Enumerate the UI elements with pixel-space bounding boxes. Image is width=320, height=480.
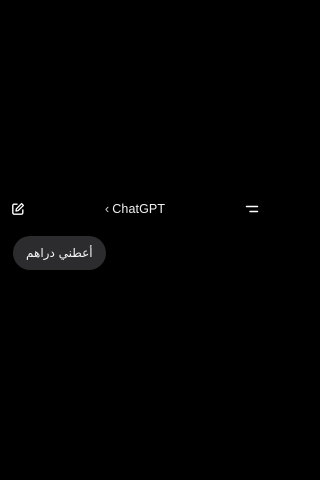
menu-icon [245,205,259,213]
page-title: ChatGPT [112,202,166,216]
user-message-bubble[interactable]: أعطني دراهم [13,236,106,270]
message-text: أعطني دراهم [26,246,93,260]
chevron-left-icon: ‹ [104,201,110,216]
model-selector[interactable]: ‹ ChatGPT [0,196,270,222]
top-bar: ‹ ChatGPT [0,196,270,222]
menu-button[interactable] [239,196,265,222]
